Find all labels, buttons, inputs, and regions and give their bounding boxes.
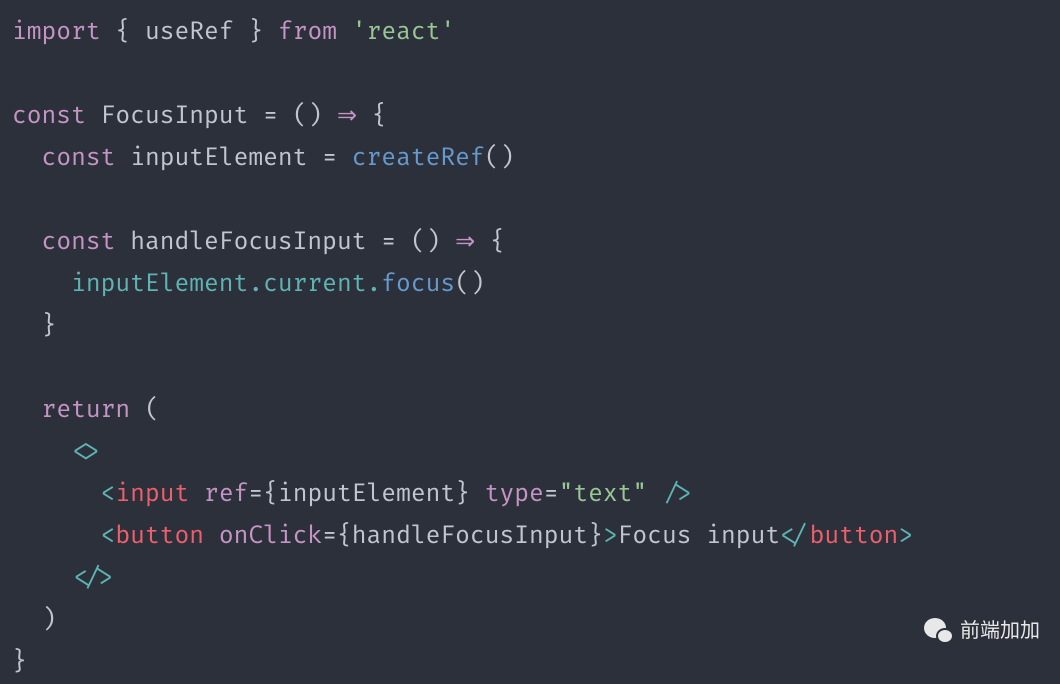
brace-open: {: [490, 228, 505, 257]
string-react: 'react': [352, 18, 455, 47]
jsx-gt: >: [898, 522, 913, 551]
jsx-gt: >: [603, 522, 618, 551]
parens: (): [411, 228, 441, 257]
equals: =: [322, 144, 337, 173]
identifier-inputElement: inputElement: [71, 270, 248, 299]
equals: =: [263, 102, 278, 131]
jsx-string-text: "text": [559, 480, 648, 509]
equals: =: [544, 480, 559, 509]
fn-focus: focus: [381, 270, 455, 299]
keyword-return: return: [42, 396, 131, 425]
brace-close: }: [42, 312, 57, 341]
code-block: import { useRef } from 'react' const Foc…: [12, 12, 1048, 684]
paren-open: (: [145, 396, 160, 425]
fn-createRef: createRef: [352, 144, 485, 173]
jsx-attr-onClick: onClick: [219, 522, 322, 551]
jsx-brace-open: {: [337, 522, 352, 551]
jsx-bracket-open: <: [101, 522, 116, 551]
jsx-self-close: />: [662, 480, 692, 509]
brace-close: }: [12, 648, 27, 677]
prop-current: current: [263, 270, 366, 299]
keyword-const: const: [42, 228, 116, 257]
keyword-const: const: [42, 144, 116, 173]
dot: .: [366, 270, 381, 299]
identifier-handleFocusInput: handleFocusInput: [352, 522, 588, 551]
jsx-bracket-open: <: [101, 480, 116, 509]
keyword-const: const: [12, 102, 86, 131]
watermark: 前端加加: [924, 610, 1040, 652]
identifier-handleFocusInput: handleFocusInput: [130, 228, 366, 257]
jsx-tag-button: button: [115, 522, 204, 551]
wechat-icon: [924, 618, 954, 644]
jsx-attr-type: type: [485, 480, 544, 509]
jsx-tag-input: input: [115, 480, 189, 509]
jsx-fragment-open: <>: [71, 438, 101, 467]
jsx-brace-close: }: [588, 522, 603, 551]
brace-close: }: [248, 18, 263, 47]
jsx-attr-ref: ref: [204, 480, 248, 509]
jsx-tag-button-close: button: [810, 522, 899, 551]
equals: =: [322, 522, 337, 551]
jsx-text-content: Focus input: [618, 522, 780, 551]
parens: (): [455, 270, 485, 299]
paren-close: ): [42, 606, 57, 635]
identifier-useRef: useRef: [145, 18, 234, 47]
identifier-inputElement: inputElement: [130, 144, 307, 173]
keyword-import: import: [12, 18, 101, 47]
jsx-fragment-close: </>: [71, 564, 115, 593]
brace-open: {: [115, 18, 130, 47]
equals: =: [248, 480, 263, 509]
brace-open: {: [372, 102, 387, 131]
keyword-from: from: [278, 18, 337, 47]
watermark-text: 前端加加: [960, 610, 1040, 652]
jsx-brace-close: }: [455, 480, 470, 509]
equals: =: [381, 228, 396, 257]
identifier-FocusInput: FocusInput: [101, 102, 249, 131]
jsx-brace-open: {: [263, 480, 278, 509]
arrow: ⇒: [337, 102, 357, 131]
identifier-inputElement: inputElement: [278, 480, 455, 509]
dot: .: [248, 270, 263, 299]
parens: (): [293, 102, 323, 131]
arrow: ⇒: [455, 228, 475, 257]
parens: (): [485, 144, 515, 173]
jsx-close-open: </: [780, 522, 810, 551]
